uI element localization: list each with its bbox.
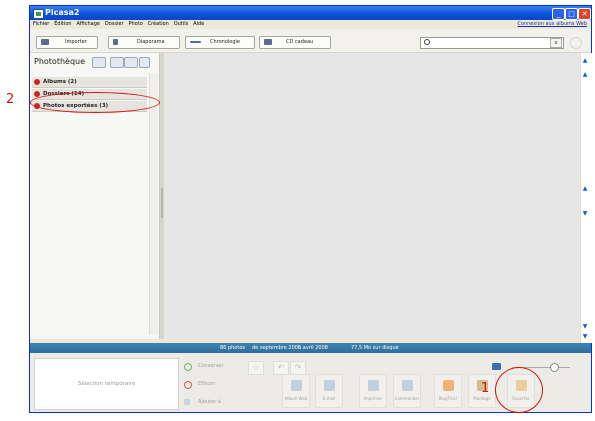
print-label: Imprimer [363,396,383,401]
zoom-knob[interactable] [549,363,559,372]
activity-spinner-icon [570,37,582,49]
gift-cd-icon [264,39,272,45]
annotation-number-1: 1 [481,381,490,396]
picasa-window: Picasa2 _ □ ✕ Fichier Édition Affichage … [29,5,592,413]
print-action[interactable]: Imprimer [359,374,387,408]
scroll-down-icon[interactable]: ▼ [582,334,588,340]
title-bar: Picasa2 _ □ ✕ [30,6,591,20]
scroll-bottom-icon[interactable]: ▼ [582,324,588,330]
search-clear-button[interactable]: x [550,38,562,48]
status-disk-size: 77,5 Mo sur disque [351,345,399,351]
search-input[interactable] [433,38,553,47]
add-folder-tool-icon[interactable] [92,57,106,68]
search-box[interactable] [420,37,564,49]
timeline-button-label: Chronologie [210,39,240,45]
print-icon [368,380,379,391]
picasa-app-icon [33,9,44,19]
hold-icon [184,363,192,371]
close-button[interactable]: ✕ [578,8,591,20]
scroll-middle-up-icon[interactable]: ▲ [582,186,588,192]
status-photo-count: 86 photos [220,345,245,351]
annotation-circle-export [495,367,543,413]
blogthis-action[interactable]: BlogThis! [434,374,462,408]
menu-tools[interactable]: Outils [174,20,188,29]
add-to-button-label: Ajouter à [198,399,221,405]
annotation-circle-library-row [30,92,160,113]
library-scrollbar[interactable] [149,73,158,335]
star-icon[interactable]: ☆ [248,361,264,375]
holding-area[interactable]: Sélection temporaire [34,358,179,410]
email-label: E-mail [322,396,336,401]
slideshow-button-label: Diaporama [137,39,165,45]
menu-create[interactable]: Création [148,20,169,29]
minimize-button[interactable]: _ [552,8,565,20]
scroll-middle-down-icon[interactable]: ▼ [582,211,588,217]
web-albums-signin-link[interactable]: Connexion aux albums Web [517,20,587,29]
order-icon [402,380,413,391]
menu-photo[interactable]: Photo [128,20,142,29]
add-to-icon [184,399,190,405]
web-album-label: Album Web [284,396,308,401]
hold-button[interactable]: Conserver [182,360,232,373]
scroll-top-icon[interactable]: ▲ [582,72,588,78]
hold-button-label: Conserver [198,363,224,369]
search-icon [424,39,430,45]
library-title: Photothèque [34,57,86,66]
lightbox-scrollbar[interactable] [580,53,592,343]
email-icon [324,380,335,391]
menu-help[interactable]: Aide [193,20,204,29]
status-bar: 86 photos de septembre 2006 5 avril 2008… [30,343,591,353]
maximize-button[interactable]: □ [565,8,578,20]
photo-lightbox-area[interactable] [164,53,579,339]
add-to-button[interactable]: Ajouter à [182,396,232,409]
rotate-right-icon[interactable]: ↷ [290,361,306,375]
order-label: Commander [394,396,420,401]
menu-edit[interactable]: Édition [54,20,71,29]
collage-label: Montage [473,396,491,401]
collapse-tool-icon[interactable] [139,57,150,68]
web-album-action[interactable]: Album Web [282,374,310,408]
main-toolbar: Importer Diaporama Chronologie CD cadeau… [30,29,591,53]
timeline-icon [190,41,201,43]
blogger-icon [443,380,454,391]
gift-cd-button[interactable]: CD cadeau [259,36,331,49]
menu-file[interactable]: Fichier [33,20,49,29]
menu-folder[interactable]: Dossier [105,20,124,29]
splitter-grip-icon [161,188,163,218]
import-button[interactable]: Importer [36,36,98,49]
clear-icon [184,381,192,389]
view-list-tool-icon[interactable] [110,57,124,68]
menu-bar: Fichier Édition Affichage Dossier Photo … [30,20,591,29]
clear-button[interactable]: Effacer [182,378,232,391]
email-action[interactable]: E-mail [315,374,343,408]
sort-tool-icon[interactable] [124,57,138,68]
annotation-number-2: 2 [6,92,15,107]
window-title: Picasa2 [45,8,80,17]
clear-button-label: Effacer [198,381,216,387]
thumbnail-size-icon [492,363,501,370]
status-range-end: 5 avril 2008 [298,345,328,351]
library-row-label: Albums (2) [43,79,77,85]
scroll-up-icon[interactable]: ▲ [582,58,588,64]
status-range-start: de septembre 2006 [252,345,302,351]
menu-view[interactable]: Affichage [77,20,101,29]
web-album-icon [291,380,302,391]
library-row-albums[interactable]: Albums (2) [32,77,147,88]
import-icon [41,39,49,45]
blogthis-label: BlogThis! [438,396,458,401]
gift-cd-button-label: CD cadeau [286,39,314,45]
order-action[interactable]: Commander [393,374,421,408]
rotate-left-icon[interactable]: ↶ [273,361,289,375]
expand-arrow-icon[interactable] [34,79,40,85]
timeline-button[interactable]: Chronologie [185,36,255,49]
slideshow-button[interactable]: Diaporama [108,36,180,49]
import-button-label: Importer [65,39,87,45]
slideshow-icon [113,39,118,45]
